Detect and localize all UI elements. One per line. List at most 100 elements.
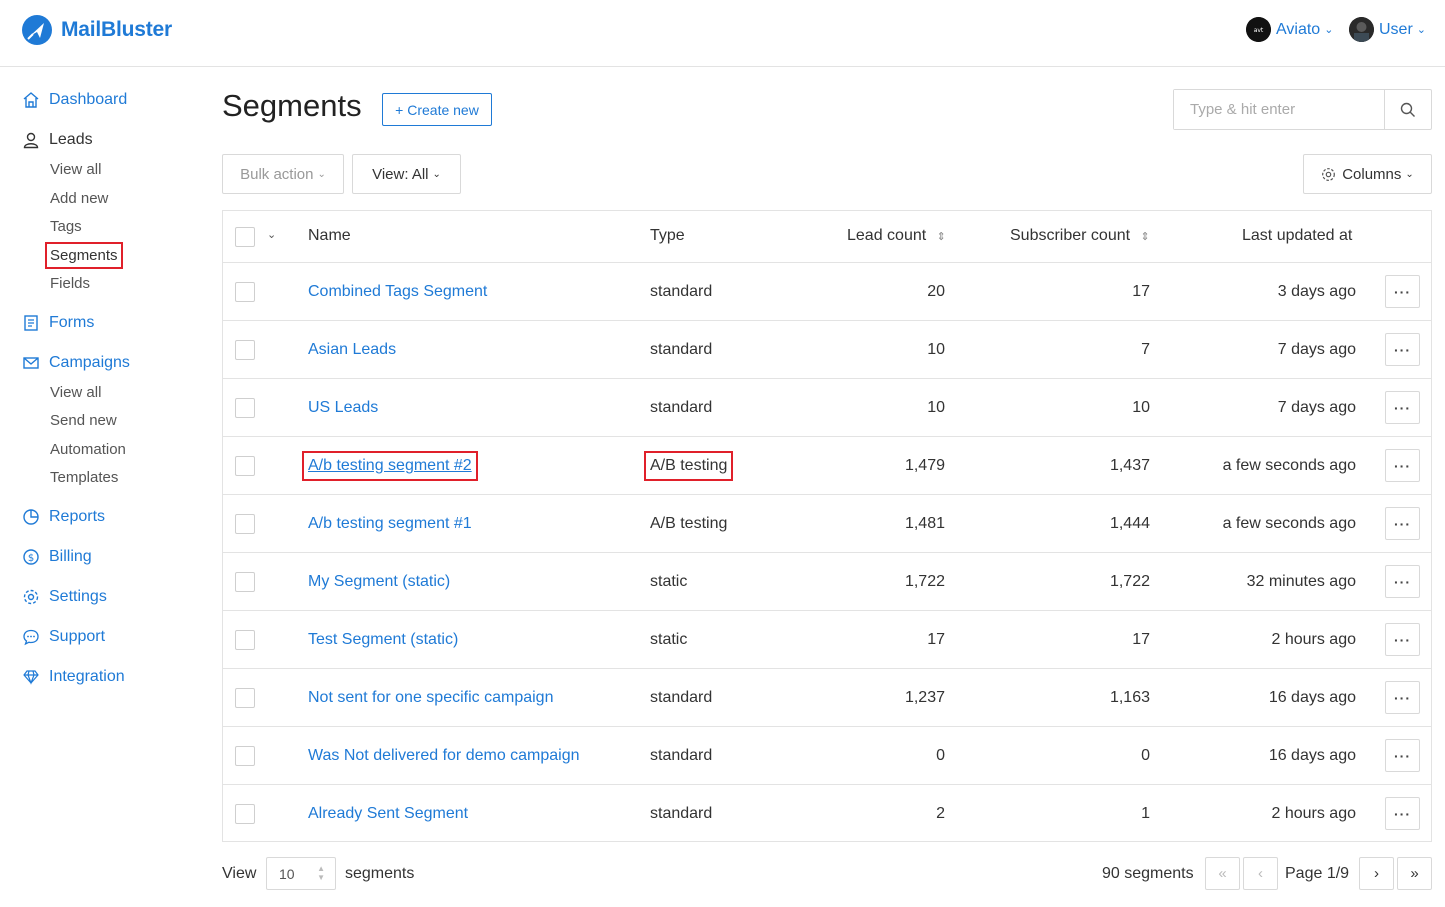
stepper-icon: ▲ ▼ bbox=[317, 864, 325, 882]
row-actions-button[interactable]: ··· bbox=[1385, 275, 1420, 308]
chevron-down-icon: ⌄ bbox=[1324, 24, 1334, 36]
sidebar-item-campaigns[interactable]: Campaigns bbox=[22, 354, 130, 372]
subscriber-count: 1 bbox=[1141, 805, 1150, 822]
row-checkbox[interactable] bbox=[235, 688, 255, 708]
create-new-button[interactable]: + Create new bbox=[382, 93, 492, 126]
sidebar-item-templates[interactable]: Templates bbox=[50, 469, 118, 486]
select-all-checkbox[interactable] bbox=[235, 227, 255, 247]
sidebar-item-dashboard[interactable]: Dashboard bbox=[22, 91, 127, 109]
row-checkbox[interactable] bbox=[235, 282, 255, 302]
org-switcher[interactable]: avt Aviato ⌄ bbox=[1246, 17, 1333, 42]
row-checkbox[interactable] bbox=[235, 804, 255, 824]
prev-page-button[interactable]: ‹ bbox=[1243, 857, 1278, 890]
first-page-button[interactable]: « bbox=[1205, 857, 1240, 890]
segment-name-link[interactable]: Was Not delivered for demo campaign bbox=[308, 747, 580, 765]
sidebar-item-send-new[interactable]: Send new bbox=[50, 412, 117, 429]
sidebar-item-fields[interactable]: Fields bbox=[50, 275, 90, 292]
sidebar-item-leads-view-all[interactable]: View all bbox=[50, 161, 101, 178]
sidebar-item-reports[interactable]: Reports bbox=[22, 508, 105, 526]
lead-count: 1,479 bbox=[904, 457, 945, 474]
last-page-button[interactable]: » bbox=[1397, 857, 1432, 890]
segment-name-link[interactable]: A/b testing segment #2 bbox=[302, 451, 478, 481]
sidebar-item-campaigns-view-all[interactable]: View all bbox=[50, 384, 101, 401]
last-updated: 2 hours ago bbox=[1271, 805, 1356, 822]
table-row: Not sent for one specific campaign standa… bbox=[223, 669, 1431, 727]
row-checkbox[interactable] bbox=[235, 514, 255, 534]
sort-icon: ⇕ bbox=[936, 231, 946, 243]
sidebar-item-support[interactable]: Support bbox=[22, 628, 105, 646]
sidebar-item-integration[interactable]: Integration bbox=[22, 668, 125, 686]
sidebar-item-label: Support bbox=[49, 628, 106, 645]
segment-name-link[interactable]: Test Segment (static) bbox=[308, 631, 458, 649]
view-label: View bbox=[222, 865, 257, 882]
row-actions-button[interactable]: ··· bbox=[1385, 565, 1420, 598]
sidebar-item-add-new[interactable]: Add new bbox=[50, 190, 108, 207]
row-checkbox[interactable] bbox=[235, 398, 255, 418]
subscriber-count: 17 bbox=[1132, 283, 1150, 300]
chevron-down-icon[interactable]: ⌄ bbox=[267, 228, 276, 241]
dollar-icon: $ bbox=[22, 548, 40, 566]
lead-count: 10 bbox=[927, 399, 945, 416]
search-input[interactable] bbox=[1174, 90, 1384, 129]
table-row: Asian Leads standard 10 7 7 days ago ··· bbox=[223, 321, 1431, 379]
row-actions-button[interactable]: ··· bbox=[1385, 449, 1420, 482]
segment-name-link[interactable]: Already Sent Segment bbox=[308, 805, 468, 823]
table-header: ⌄ Name Type Lead count ⇕ Subscriber coun… bbox=[223, 211, 1431, 263]
lead-count: 1,722 bbox=[904, 573, 945, 590]
segment-type: standard bbox=[650, 689, 713, 706]
user-menu[interactable]: User ⌄ bbox=[1349, 17, 1426, 42]
view-filter-label: View: All bbox=[372, 165, 429, 183]
subscriber-count: 17 bbox=[1132, 631, 1150, 648]
header-subscriber-count[interactable]: Subscriber count ⇕ bbox=[1010, 227, 1150, 245]
search-button[interactable] bbox=[1384, 90, 1431, 129]
view-filter-dropdown[interactable]: View: All ⌄ bbox=[352, 154, 461, 194]
header-name: Name bbox=[308, 227, 351, 244]
row-actions-button[interactable]: ··· bbox=[1385, 507, 1420, 540]
table-row: A/b testing segment #2 A/B testing 1,479 1,… bbox=[223, 437, 1431, 495]
segment-name-link[interactable]: Not sent for one specific campaign bbox=[308, 689, 553, 707]
logo[interactable]: MailBluster bbox=[22, 15, 172, 45]
segment-name-link[interactable]: Combined Tags Segment bbox=[308, 283, 487, 301]
segment-type: standard bbox=[650, 341, 713, 358]
columns-dropdown[interactable]: Columns ⌄ bbox=[1303, 154, 1432, 194]
header-lead-count[interactable]: Lead count ⇕ bbox=[847, 227, 946, 245]
sidebar-item-billing[interactable]: $ Billing bbox=[22, 548, 92, 566]
next-page-button[interactable]: › bbox=[1359, 857, 1394, 890]
row-actions-button[interactable]: ··· bbox=[1385, 681, 1420, 714]
chevron-down-icon: ⌄ bbox=[432, 168, 441, 180]
segment-name-link[interactable]: Asian Leads bbox=[308, 341, 396, 359]
sidebar-item-automation[interactable]: Automation bbox=[50, 441, 126, 458]
row-actions-button[interactable]: ··· bbox=[1385, 797, 1420, 830]
bulk-action-dropdown[interactable]: Bulk action ⌄ bbox=[222, 154, 344, 194]
sidebar-item-forms[interactable]: Forms bbox=[22, 314, 94, 332]
lead-count: 1,481 bbox=[904, 515, 945, 532]
more-icon: ··· bbox=[1394, 689, 1411, 706]
segment-name-link[interactable]: US Leads bbox=[308, 399, 378, 417]
row-checkbox[interactable] bbox=[235, 630, 255, 650]
org-name: Aviato bbox=[1276, 20, 1321, 38]
row-checkbox[interactable] bbox=[235, 456, 255, 476]
sidebar-item-label: Campaigns bbox=[49, 354, 130, 371]
sidebar-item-label: Leads bbox=[49, 131, 93, 148]
row-checkbox[interactable] bbox=[235, 746, 255, 766]
row-actions-button[interactable]: ··· bbox=[1385, 391, 1420, 424]
per-page-value: 10 bbox=[279, 865, 295, 882]
segment-name-link[interactable]: My Segment (static) bbox=[308, 573, 450, 591]
segment-name-link[interactable]: A/b testing segment #1 bbox=[308, 515, 472, 533]
sidebar-item-label: Billing bbox=[49, 548, 92, 565]
sidebar-item-segments[interactable]: Segments bbox=[45, 242, 123, 269]
row-actions-button[interactable]: ··· bbox=[1385, 333, 1420, 366]
last-updated: 3 days ago bbox=[1277, 283, 1356, 300]
row-checkbox[interactable] bbox=[235, 572, 255, 592]
row-actions-button[interactable]: ··· bbox=[1385, 739, 1420, 772]
gear-icon bbox=[1322, 167, 1336, 181]
header-type: Type bbox=[650, 227, 685, 244]
subscriber-count: 7 bbox=[1141, 341, 1150, 358]
sidebar-item-leads[interactable]: Leads bbox=[22, 131, 93, 149]
total-count: 90 segments bbox=[1102, 865, 1194, 882]
row-checkbox[interactable] bbox=[235, 340, 255, 360]
per-page-select[interactable]: 10 ▲ ▼ bbox=[266, 857, 336, 890]
row-actions-button[interactable]: ··· bbox=[1385, 623, 1420, 656]
sidebar-item-settings[interactable]: Settings bbox=[22, 588, 107, 606]
sidebar-item-tags[interactable]: Tags bbox=[50, 218, 82, 235]
